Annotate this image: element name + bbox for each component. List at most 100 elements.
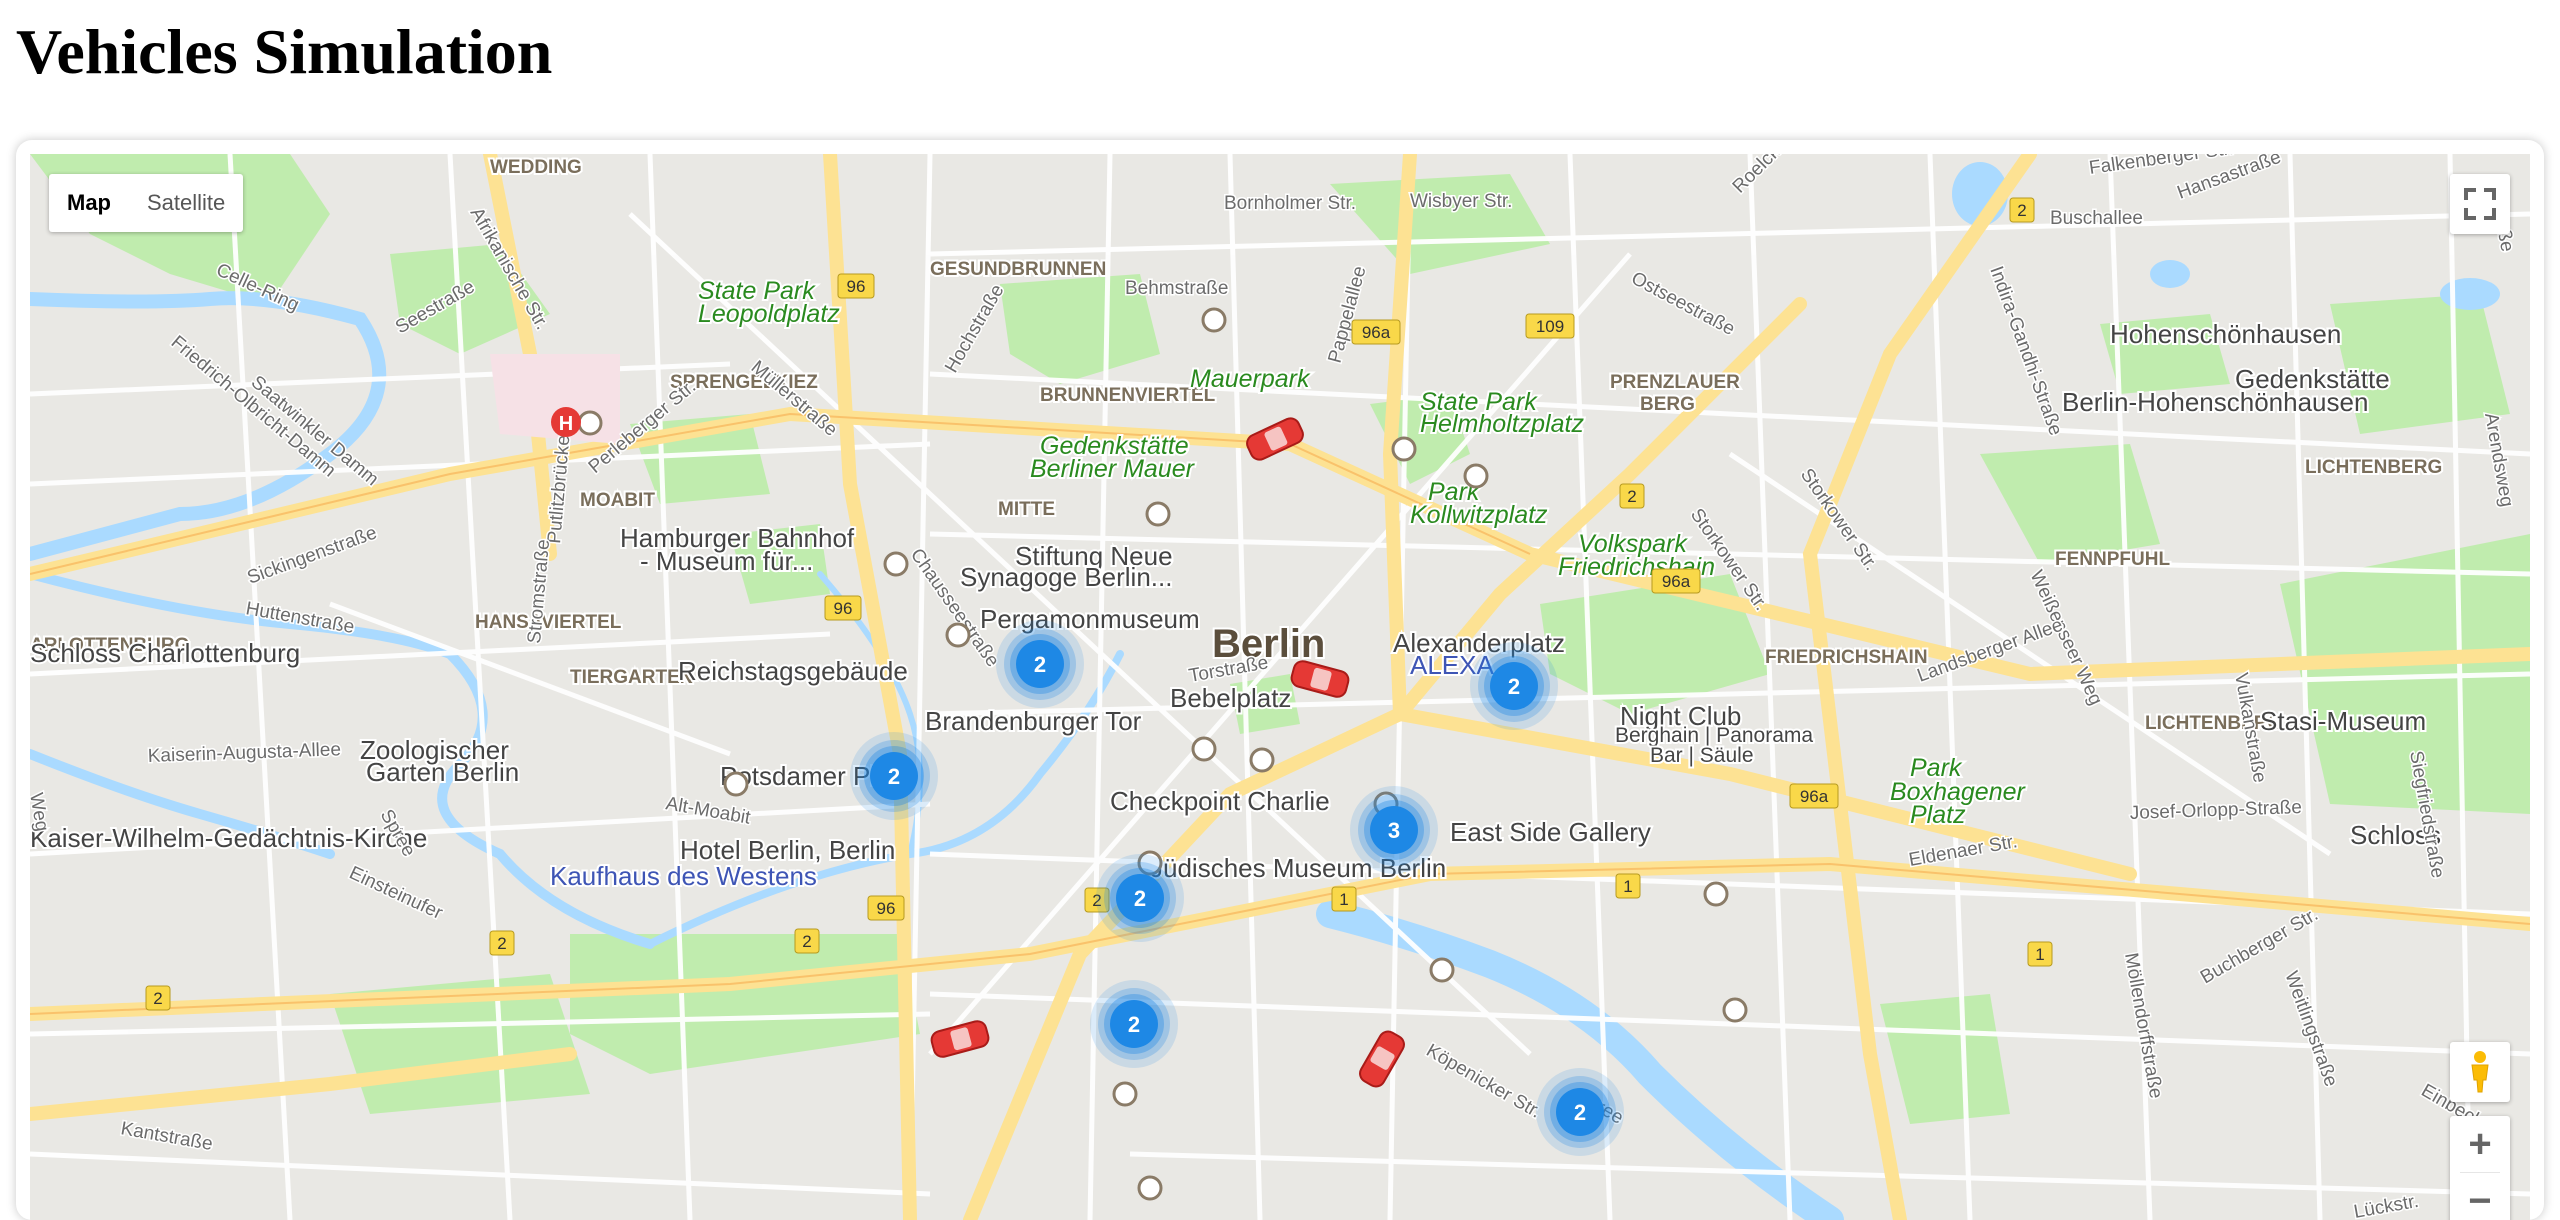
map-tiles[interactable]: WEDDINGGESUNDBRUNNENSPRENGELKIEZBRUNNENV…: [30, 154, 2530, 1220]
pegman-icon: [2471, 1051, 2489, 1093]
place-label: Schloss Charlottenburg: [30, 638, 300, 668]
place-label: Berliner Mauer: [1030, 455, 1196, 483]
road-shield: 96a: [1651, 568, 1701, 594]
svg-text:2: 2: [1627, 487, 1636, 506]
svg-text:96a: 96a: [1362, 323, 1391, 342]
svg-text:1: 1: [1623, 877, 1632, 896]
svg-text:2: 2: [802, 932, 811, 951]
vehicle-cluster-marker[interactable]: 2: [1470, 642, 1558, 730]
poi-icon[interactable]: [1463, 463, 1489, 489]
cluster-count: 2: [1034, 652, 1046, 677]
cluster-count: 2: [1128, 1012, 1140, 1037]
place-label: TIERGARTEN: [570, 667, 694, 688]
place-label: Platz: [1910, 801, 1966, 829]
cluster-count: 2: [888, 764, 900, 789]
street-view-pegman-button[interactable]: [2450, 1042, 2510, 1102]
cluster-count: 2: [1574, 1100, 1586, 1125]
fullscreen-icon: [2464, 188, 2496, 220]
svg-text:96a: 96a: [1662, 572, 1691, 591]
place-label: Stasi-Museum: [2260, 706, 2426, 736]
zoom-in-button[interactable]: +: [2450, 1116, 2510, 1172]
poi-icon[interactable]: [723, 771, 749, 797]
poi-icon[interactable]: [945, 622, 971, 648]
vehicle-cluster-marker[interactable]: 2: [996, 620, 1084, 708]
fullscreen-button[interactable]: [2450, 174, 2510, 234]
svg-text:96: 96: [847, 277, 866, 296]
poi-icon[interactable]: [1191, 736, 1217, 762]
place-label: LICHTENBERG: [2305, 457, 2442, 478]
page-title: Vehicles Simulation: [16, 16, 553, 87]
place-label: Bebelplatz: [1170, 683, 1291, 713]
cluster-count: 3: [1388, 818, 1400, 843]
place-label: East Side Gallery: [1450, 817, 1651, 847]
road-shield: 96a: [1789, 783, 1839, 809]
street-label: Bornholmer Str.: [1224, 193, 1356, 214]
place-label: Kaufhaus des Westens: [550, 861, 817, 891]
place-label: Berlin-Hohenschönhausen: [2062, 387, 2368, 417]
hospital-icon[interactable]: H: [551, 407, 581, 437]
street-label: Wisbyer Str.: [1410, 191, 1512, 212]
svg-text:2: 2: [497, 934, 506, 953]
road-shield: 2: [1619, 483, 1645, 509]
place-label: Mauerpark: [1190, 365, 1311, 393]
map-card: WEDDING GESUNDBRUNNEN SPRENGELKIEZ BRUNNENV…: [16, 140, 2544, 1220]
zoom-out-button[interactable]: −: [2450, 1173, 2510, 1220]
map-type-map-button[interactable]: Map: [49, 174, 129, 232]
svg-text:1: 1: [2035, 945, 2044, 964]
road-shield: 1: [1615, 873, 1641, 899]
poi-icon[interactable]: [1201, 307, 1227, 333]
road-shield: 2: [489, 930, 515, 956]
road-shield: 2: [794, 928, 820, 954]
place-label: Bar | Säule: [1650, 744, 1754, 767]
map-type-control: Map Satellite: [49, 174, 244, 232]
vehicle-cluster-marker[interactable]: 2: [1090, 980, 1178, 1068]
poi-icon[interactable]: [1249, 747, 1275, 773]
svg-text:96a: 96a: [1800, 787, 1829, 806]
place-label: Helmholtzplatz: [1420, 410, 1584, 438]
road-shield: 96: [867, 895, 905, 921]
vehicle-cluster-marker[interactable]: 2: [850, 732, 938, 820]
road-shield: 109: [1525, 313, 1575, 339]
poi-icon[interactable]: [1429, 957, 1455, 983]
road-shield: 96: [824, 595, 862, 621]
poi-icon[interactable]: [577, 410, 603, 436]
vehicle-cluster-marker[interactable]: 2: [1536, 1068, 1624, 1156]
road-shield: 2: [2009, 197, 2035, 223]
vehicle-cluster-marker[interactable]: 2: [1096, 854, 1184, 942]
poi-icon[interactable]: [1145, 501, 1171, 527]
place-label: GESUNDBRUNNEN: [930, 259, 1106, 280]
place-label: FENNPFUHL: [2055, 549, 2170, 570]
place-label: MITTE: [998, 499, 1055, 520]
road-shield: 2: [145, 985, 171, 1011]
map-type-satellite-button[interactable]: Satellite: [129, 174, 243, 232]
poi-icon[interactable]: [1391, 436, 1417, 462]
road-shield: 1: [1331, 886, 1357, 912]
place-label: Kaiser-Wilhelm-Gedächtnis-Kirche: [30, 823, 427, 853]
place-label: Hohenschönhausen: [2110, 319, 2341, 349]
place-label: Garten Berlin: [366, 757, 519, 787]
poi-icon[interactable]: [1722, 997, 1748, 1023]
street-label: Behmstraße: [1125, 278, 1228, 299]
svg-text:109: 109: [1536, 317, 1564, 336]
cluster-count: 2: [1134, 886, 1146, 911]
place-label: BERG: [1640, 394, 1695, 415]
place-label: PRENZLAUER: [1610, 372, 1740, 393]
poi-icon[interactable]: [1703, 881, 1729, 907]
place-label: FRIEDRICHSHAIN: [1765, 647, 1928, 668]
place-label: Leopoldplatz: [698, 300, 840, 328]
street-label: Buschallee: [2050, 208, 2143, 229]
poi-icon[interactable]: [1137, 1175, 1163, 1201]
place-label: Kollwitzplatz: [1410, 501, 1548, 529]
poi-icon[interactable]: [1112, 1081, 1138, 1107]
svg-text:96: 96: [834, 599, 853, 618]
road-shield: 96: [837, 273, 875, 299]
place-label: HANSAVIERTEL: [475, 612, 622, 633]
place-label: WEDDING: [490, 157, 582, 178]
svg-text:2: 2: [153, 989, 162, 1008]
map-canvas[interactable]: WEDDING GESUNDBRUNNEN SPRENGELKIEZ BRUNNENV…: [30, 154, 2530, 1220]
place-label: MOABIT: [580, 490, 655, 511]
place-label: Brandenburger Tor: [925, 706, 1142, 736]
vehicle-cluster-marker[interactable]: 3: [1350, 786, 1438, 874]
poi-icon[interactable]: [883, 551, 909, 577]
zoom-control: + −: [2450, 1116, 2510, 1220]
